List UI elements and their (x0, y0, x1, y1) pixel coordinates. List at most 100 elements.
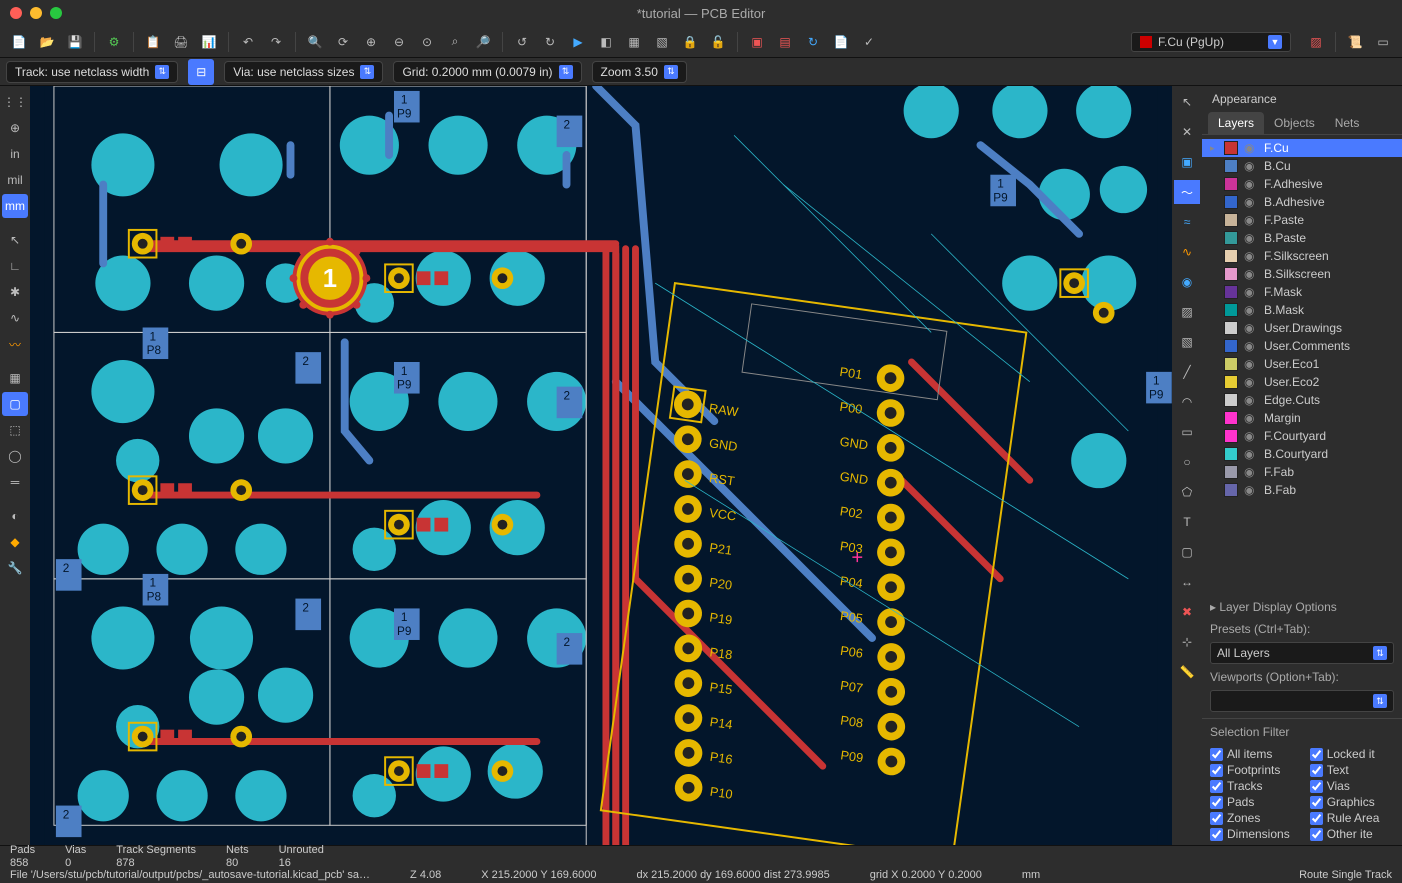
visibility-eye-icon[interactable]: ◉ (1244, 267, 1258, 281)
unlock-icon[interactable]: 🔓 (705, 29, 731, 55)
layer-color-swatch[interactable] (1224, 429, 1238, 443)
add-rule-area-icon[interactable]: ▧ (1174, 330, 1200, 354)
footprint-editor-icon[interactable]: ▣ (744, 29, 770, 55)
visibility-eye-icon[interactable]: ◉ (1244, 465, 1258, 479)
add-textbox-icon[interactable]: ▢ (1174, 540, 1200, 564)
visibility-eye-icon[interactable]: ◉ (1244, 195, 1258, 209)
layer-display-options[interactable]: ▸ Layer Display Options (1202, 596, 1402, 618)
units-in-icon[interactable]: in (2, 142, 28, 166)
constrain-icon[interactable]: ∟ (2, 254, 28, 278)
undo-icon[interactable]: ↶ (235, 29, 261, 55)
find-icon[interactable]: 🔍 (302, 29, 328, 55)
add-dimension-icon[interactable]: ↔ (1174, 570, 1200, 594)
board-setup-icon[interactable]: ⚙ (101, 29, 127, 55)
layer-selector[interactable]: F.Cu (PgUp) ▼ (1131, 32, 1291, 52)
via-outline-icon[interactable]: ◯ (2, 444, 28, 468)
layer-color-swatch[interactable] (1224, 231, 1238, 245)
layer-row[interactable]: ◉B.Fab (1202, 481, 1402, 499)
layer-row[interactable]: ◉B.Mask (1202, 301, 1402, 319)
filter-checkbox[interactable]: Tracks (1210, 779, 1290, 793)
filter-checkbox[interactable]: Other ite (1310, 827, 1380, 841)
add-text-icon[interactable]: T (1174, 510, 1200, 534)
layer-color-swatch[interactable] (1224, 177, 1238, 191)
place-footprint-icon[interactable]: ▣ (1174, 150, 1200, 174)
lock-icon[interactable]: 🔒 (677, 29, 703, 55)
visibility-eye-icon[interactable]: ◉ (1244, 303, 1258, 317)
rotate-ccw-icon[interactable]: ↺ (509, 29, 535, 55)
visibility-eye-icon[interactable]: ◉ (1244, 321, 1258, 335)
zoom-selection-icon[interactable]: ⌕ (442, 29, 468, 55)
layer-color-swatch[interactable] (1224, 195, 1238, 209)
presets-dropdown[interactable]: All Layers⇅ (1210, 642, 1394, 664)
layer-color-swatch[interactable] (1224, 375, 1238, 389)
filter-checkbox[interactable]: Graphics (1310, 795, 1380, 809)
filter-checkbox[interactable]: All items (1210, 747, 1290, 761)
open-file-icon[interactable]: 📂 (34, 29, 60, 55)
via-size-dropdown[interactable]: Via: use netclass sizes⇅ (224, 61, 383, 83)
tab-layers[interactable]: Layers (1208, 112, 1264, 134)
visibility-eye-icon[interactable]: ◉ (1244, 231, 1258, 245)
visibility-eye-icon[interactable]: ◉ (1244, 483, 1258, 497)
draw-arc-icon[interactable]: ◠ (1174, 390, 1200, 414)
zoom-in-icon[interactable]: ⊕ (358, 29, 384, 55)
layer-row[interactable]: ◉User.Comments (1202, 337, 1402, 355)
filter-checkbox[interactable]: Footprints (1210, 763, 1290, 777)
visibility-eye-icon[interactable]: ◉ (1244, 141, 1258, 155)
drc-icon[interactable]: ✓ (856, 29, 882, 55)
measure-icon[interactable]: 📏 (1174, 660, 1200, 684)
layer-color-swatch[interactable] (1224, 321, 1238, 335)
filter-checkbox[interactable]: Rule Area (1310, 811, 1380, 825)
layer-row[interactable]: ◉B.Adhesive (1202, 193, 1402, 211)
layer-row[interactable]: ◉User.Eco2 (1202, 373, 1402, 391)
grid-dropdown[interactable]: Grid: 0.2000 mm (0.0079 in)⇅ (393, 61, 581, 83)
layer-color-swatch[interactable] (1224, 267, 1238, 281)
update-pcb-icon[interactable]: ↻ (800, 29, 826, 55)
layer-color-swatch[interactable] (1224, 483, 1238, 497)
refresh-icon[interactable]: ⟳ (330, 29, 356, 55)
layer-row[interactable]: ◉F.Courtyard (1202, 427, 1402, 445)
minimize-window-button[interactable] (30, 7, 42, 19)
save-file-icon[interactable]: 💾 (62, 29, 88, 55)
schematic-icon[interactable]: 📄 (828, 29, 854, 55)
visibility-eye-icon[interactable]: ◉ (1244, 375, 1258, 389)
tab-objects[interactable]: Objects (1264, 112, 1325, 134)
layer-color-swatch[interactable] (1224, 465, 1238, 479)
new-file-icon[interactable]: 📄 (6, 29, 32, 55)
properties-icon[interactable]: 🔧 (2, 556, 28, 580)
draw-circle-icon[interactable]: ○ (1174, 450, 1200, 474)
draw-rect-icon[interactable]: ▭ (1174, 420, 1200, 444)
set-origin-icon[interactable]: ⊹ (1174, 630, 1200, 654)
visibility-eye-icon[interactable]: ◉ (1244, 177, 1258, 191)
layer-row[interactable]: ◉User.Drawings (1202, 319, 1402, 337)
rotate-cw-icon[interactable]: ↻ (537, 29, 563, 55)
polar-icon[interactable]: ⊕ (2, 116, 28, 140)
layer-row[interactable]: ◉User.Eco1 (1202, 355, 1402, 373)
footprint-browser-icon[interactable]: ▤ (772, 29, 798, 55)
tune-length-icon[interactable]: ∿ (1174, 240, 1200, 264)
layer-row[interactable]: ◉B.Paste (1202, 229, 1402, 247)
visibility-eye-icon[interactable]: ◉ (1244, 213, 1258, 227)
layer-color-swatch[interactable] (1224, 303, 1238, 317)
layer-row[interactable]: ◉F.Paste (1202, 211, 1402, 229)
select-tool-icon[interactable]: ↖ (1174, 90, 1200, 114)
layer-color-swatch[interactable] (1224, 159, 1238, 173)
mirror-icon[interactable]: ◧ (593, 29, 619, 55)
track-outline-icon[interactable]: ═ (2, 470, 28, 494)
route-track-icon[interactable]: 〜 (1174, 180, 1200, 204)
redo-icon[interactable]: ↷ (263, 29, 289, 55)
visibility-eye-icon[interactable]: ◉ (1244, 393, 1258, 407)
zone-outline-icon[interactable]: ▢ (2, 392, 28, 416)
hatched-icon[interactable]: ▨ (1303, 29, 1329, 55)
layer-row[interactable]: ◉F.Mask (1202, 283, 1402, 301)
layer-color-swatch[interactable] (1224, 285, 1238, 299)
zoom-fit-icon[interactable]: ⊙ (414, 29, 440, 55)
ungroup-icon[interactable]: ▧ (649, 29, 675, 55)
zone-display-icon[interactable]: ▦ (2, 366, 28, 390)
layer-row[interactable]: ◉B.Cu (1202, 157, 1402, 175)
visibility-eye-icon[interactable]: ◉ (1244, 357, 1258, 371)
layer-row[interactable]: ◉F.Silkscreen (1202, 247, 1402, 265)
visibility-eye-icon[interactable]: ◉ (1244, 411, 1258, 425)
grid-dots-icon[interactable]: ⋮⋮ (2, 90, 28, 114)
layer-color-swatch[interactable] (1224, 411, 1238, 425)
track-width-dropdown[interactable]: Track: use netclass width⇅ (6, 61, 178, 83)
